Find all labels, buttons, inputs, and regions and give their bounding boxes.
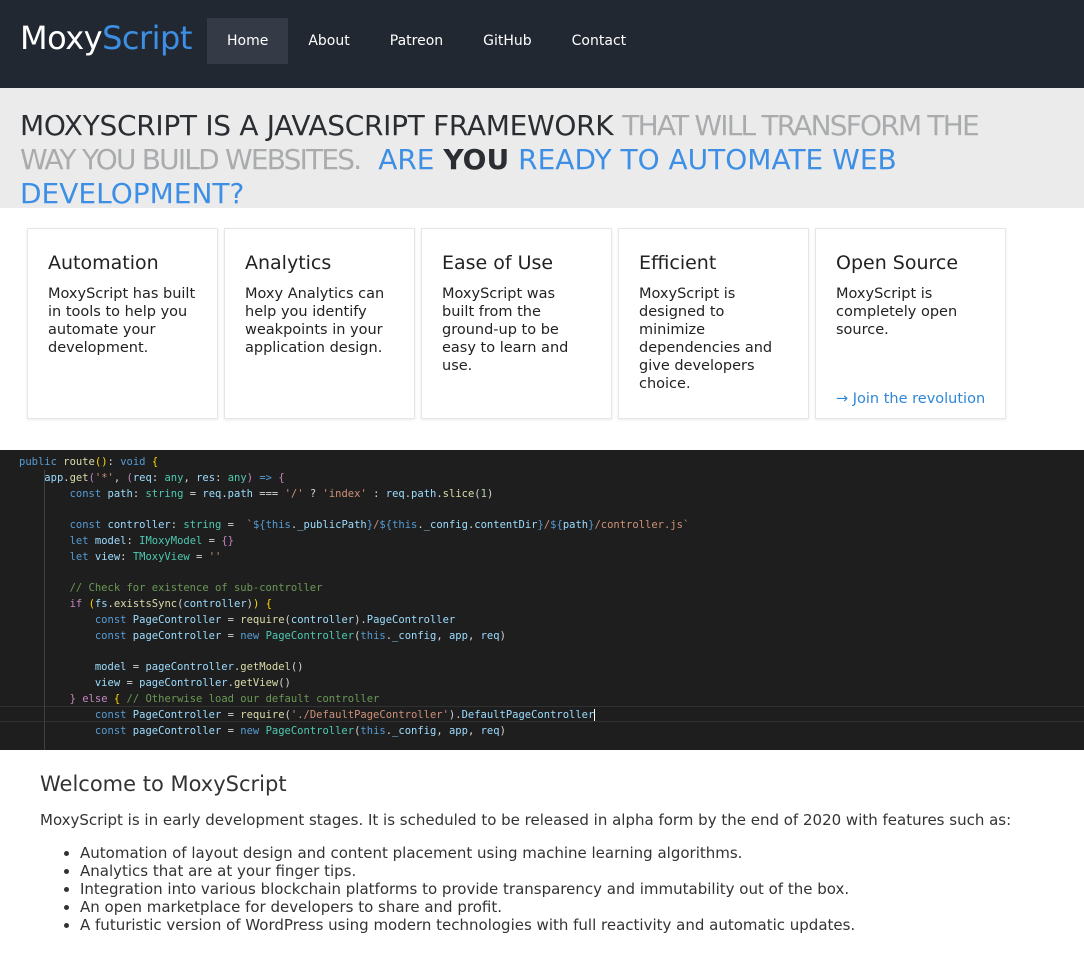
card-text: Moxy Analytics can help you identify wea… [245, 286, 385, 356]
feature-list-item: Analytics that are at your finger tips. [80, 862, 1060, 880]
welcome-section: Welcome to MoxyScript MoxyScript is in e… [40, 770, 1060, 934]
code-line: public route(): void { [19, 456, 159, 468]
card-title: Efficient [639, 252, 717, 274]
feature-card-efficient: Efficient MoxyScript is designed to mini… [618, 228, 809, 419]
nav-contact[interactable]: Contact [552, 18, 646, 64]
code-line: app.get('*', (req: any, res: any) => { [44, 471, 285, 484]
hero-text-you: YOU [443, 143, 510, 176]
feature-card-automation: Automation MoxyScript has built in tools… [27, 228, 218, 419]
feature-cards: Automation MoxyScript has built in tools… [27, 228, 1012, 419]
card-text: MoxyScript was built from the ground-up … [442, 286, 569, 374]
nav-home[interactable]: Home [207, 18, 289, 64]
feature-list: Automation of layout design and content … [40, 844, 1060, 934]
join-revolution-link[interactable]: → Join the revolution [836, 391, 985, 407]
code-line: const PageController = require(controlle… [94, 613, 456, 626]
card-title: Ease of Use [442, 252, 554, 274]
hero-headline: MOXYSCRIPT IS A JAVASCRIPT FRAMEWORK THA… [20, 109, 1020, 211]
code-line: view = pageController.getView() [94, 677, 291, 690]
feature-list-item: Automation of layout design and content … [80, 844, 1060, 862]
code-line: const controller: string = `${this._publ… [69, 519, 690, 532]
hero-text-are: ARE [378, 143, 435, 176]
feature-list-item: Integration into various blockchain plat… [80, 880, 1060, 898]
card-text: MoxyScript has built in tools to help yo… [48, 286, 196, 356]
feature-list-item: A futuristic version of WordPress using … [80, 916, 1060, 934]
brand-part-script: Script [102, 19, 192, 57]
card-title: Automation [48, 252, 159, 274]
nav-github[interactable]: GitHub [463, 18, 552, 64]
nav-about[interactable]: About [288, 18, 369, 64]
card-text: MoxyScript is completely open source. [836, 286, 958, 338]
feature-list-item: An open marketplace for developers to sh… [80, 898, 1060, 916]
code-block: public route(): void { app.get('*', (req… [0, 450, 1084, 739]
brand-part-moxy: Moxy [20, 19, 103, 57]
feature-card-open-source: Open Source MoxyScript is completely ope… [815, 228, 1006, 419]
code-current-line-highlight [0, 706, 1084, 722]
nav-patreon[interactable]: Patreon [370, 18, 463, 64]
navbar: MoxyScript Home About Patreon GitHub Con… [0, 0, 1084, 88]
code-line: const path: string = req.path === '/' ? … [69, 487, 494, 500]
code-line: } else { // Otherwise load our default c… [69, 692, 380, 705]
brand-logo[interactable]: MoxyScript [20, 18, 192, 58]
code-line: let model: IMoxyModel = {} [69, 534, 234, 547]
code-line: let view: TMoxyView = '' [69, 550, 222, 563]
code-line: // Check for existence of sub-controller [69, 582, 323, 595]
feature-card-analytics: Analytics Moxy Analytics can help you id… [224, 228, 415, 419]
code-line: const pageController = new PageControlle… [94, 629, 506, 642]
feature-card-ease-of-use: Ease of Use MoxyScript was built from th… [421, 228, 612, 419]
code-line: if (fs.existsSync(controller)) { [69, 598, 272, 611]
main-nav: Home About Patreon GitHub Contact [207, 18, 646, 64]
code-line: model = pageController.getModel() [94, 661, 304, 674]
card-title: Open Source [836, 252, 959, 274]
code-line: const pageController = new PageControlle… [94, 724, 506, 737]
card-text: MoxyScript is designed to minimize depen… [639, 286, 773, 392]
code-screenshot: public route(): void { app.get('*', (req… [0, 450, 1084, 750]
welcome-intro: MoxyScript is in early development stage… [40, 811, 1012, 829]
card-title: Analytics [245, 252, 332, 274]
indent-guide [44, 470, 45, 750]
welcome-title: Welcome to MoxyScript [40, 772, 287, 796]
hero-text-dark: MOXYSCRIPT IS A JAVASCRIPT FRAMEWORK [20, 109, 614, 142]
hero-banner: MOXYSCRIPT IS A JAVASCRIPT FRAMEWORK THA… [0, 88, 1084, 211]
